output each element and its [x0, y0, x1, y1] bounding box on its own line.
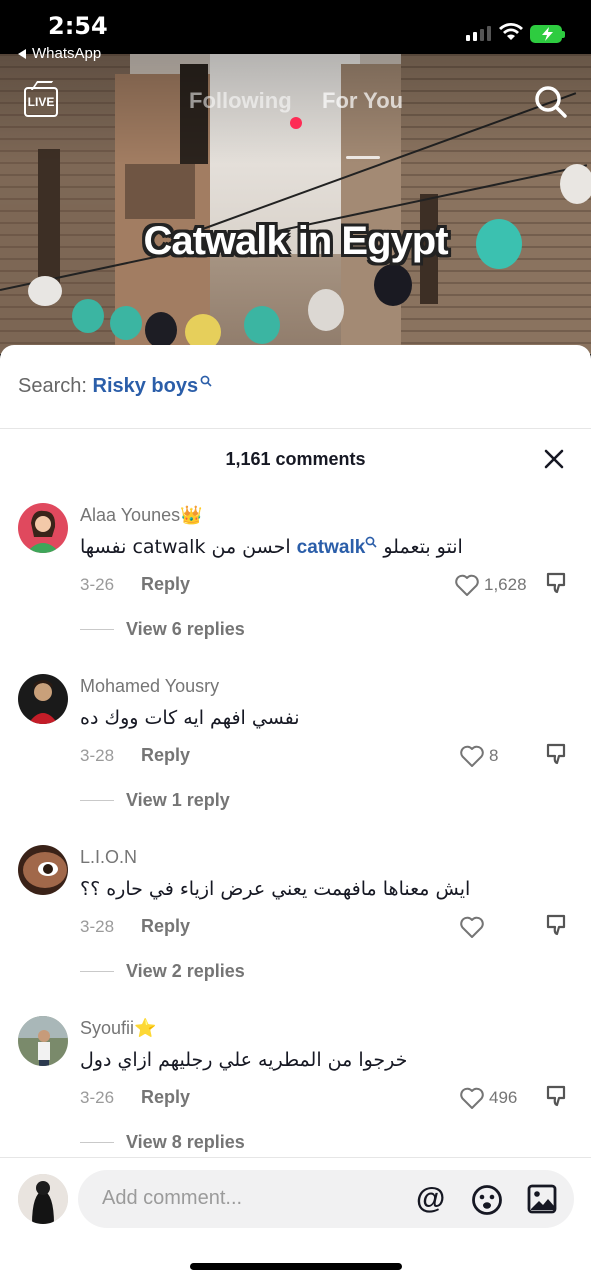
comment-item: Alaa Younes👑 انتو بتعملو catwalk احسن من… — [0, 503, 591, 674]
home-indicator — [190, 1263, 402, 1270]
video-player[interactable]: LIVE Following For You Catwalk in Egypt — [0, 54, 591, 354]
view-replies-button[interactable]: View 1 reply — [80, 788, 230, 812]
comment-date: 3-28 — [80, 746, 115, 765]
wifi-icon — [499, 23, 523, 40]
view-replies-button[interactable]: View 6 replies — [80, 617, 245, 641]
dislike-icon[interactable] — [545, 571, 569, 595]
comment-input[interactable]: Add comment... @ — [78, 1170, 574, 1228]
search-suggestion-row[interactable]: Search: Risky boys — [0, 345, 591, 429]
heart-icon — [455, 574, 479, 596]
like-button[interactable]: 496 — [459, 1084, 517, 1112]
comment-date: 3-26 — [80, 575, 115, 594]
search-mini-icon — [200, 375, 212, 387]
comment-text: انتو بتعملو catwalk احسن من catwalk نفسه… — [80, 536, 463, 558]
mention-at-icon[interactable]: @ — [416, 1182, 445, 1216]
search-mini-icon — [365, 536, 377, 548]
heart-icon — [460, 916, 484, 938]
comments-sheet: Search: Risky boys 1,161 comments Alaa Y… — [0, 345, 591, 1280]
dislike-icon[interactable] — [545, 1084, 569, 1108]
avatar[interactable] — [18, 845, 68, 895]
reply-button[interactable]: Reply — [141, 916, 190, 937]
search-icon[interactable] — [533, 84, 569, 120]
comment-input-placeholder: Add comment... — [102, 1187, 243, 1209]
feed-tabs: Following For You — [0, 88, 591, 159]
video-caption: Catwalk in Egypt — [143, 219, 448, 263]
comment-username[interactable]: L.I.O.N — [80, 847, 137, 868]
comment-item: Mohamed Yousry نفسي افهم ايه كات ووك ده … — [0, 674, 591, 845]
tab-for-you[interactable]: For You — [322, 88, 403, 114]
comment-text: ايش معناها مافهمت يعني عرض ازياء في حاره… — [80, 878, 471, 900]
comment-mention-link[interactable]: catwalk — [297, 537, 366, 558]
search-prefix-label: Search: — [18, 375, 87, 397]
avatar — [18, 1174, 68, 1224]
following-notification-dot — [290, 117, 302, 129]
comment-text: نفسي افهم ايه كات ووك ده — [80, 707, 300, 729]
like-button[interactable]: 8 — [459, 742, 498, 770]
comment-item: L.I.O.N ايش معناها مافهمت يعني عرض ازياء… — [0, 845, 591, 1016]
dislike-icon[interactable] — [545, 742, 569, 766]
comment-date: 3-26 — [80, 1088, 115, 1107]
reply-button[interactable]: Reply — [141, 1087, 190, 1108]
comment-username[interactable]: Alaa Younes👑 — [80, 505, 203, 526]
comment-composer: Add comment... @ — [0, 1157, 591, 1280]
back-to-app-link[interactable]: WhatsApp — [18, 45, 101, 62]
view-replies-button[interactable]: View 2 replies — [80, 959, 245, 983]
avatar[interactable] — [18, 674, 68, 724]
status-time: 2:54 — [48, 12, 108, 40]
comment-username[interactable]: Syoufii⭐ — [80, 1018, 156, 1039]
avatar[interactable] — [18, 1016, 68, 1066]
search-suggestion[interactable]: Search: Risky boys — [18, 375, 212, 398]
reply-button[interactable]: Reply — [141, 574, 190, 595]
comment-text: خرجوا من المطريه علي رجليهم ازاي دول — [80, 1049, 408, 1071]
search-term-link[interactable]: Risky boys — [93, 375, 199, 397]
battery-charging-icon — [530, 25, 565, 43]
heart-icon — [460, 1087, 484, 1109]
view-replies-button[interactable]: View 8 replies — [80, 1130, 245, 1154]
image-icon[interactable] — [527, 1184, 557, 1214]
emoji-icon[interactable] — [471, 1184, 503, 1216]
comments-count: 1,161 comments — [225, 449, 366, 469]
comment-username[interactable]: Mohamed Yousry — [80, 676, 219, 697]
like-button[interactable] — [459, 913, 489, 941]
cellular-signal-icon — [466, 26, 491, 41]
like-count: 1,628 — [484, 575, 527, 594]
heart-icon — [460, 745, 484, 767]
avatar[interactable] — [18, 503, 68, 553]
reply-button[interactable]: Reply — [141, 745, 190, 766]
like-count: 496 — [489, 1088, 518, 1107]
comments-header: 1,161 comments — [0, 429, 591, 489]
like-count: 8 — [489, 746, 499, 765]
back-arrow-icon — [18, 49, 26, 60]
comment-date: 3-28 — [80, 917, 115, 936]
close-icon[interactable] — [541, 446, 567, 472]
tab-following[interactable]: Following — [189, 88, 292, 114]
dislike-icon[interactable] — [545, 913, 569, 937]
back-app-label: WhatsApp — [32, 45, 102, 62]
active-tab-indicator — [346, 156, 380, 159]
like-button[interactable]: 1,628 — [454, 571, 527, 599]
